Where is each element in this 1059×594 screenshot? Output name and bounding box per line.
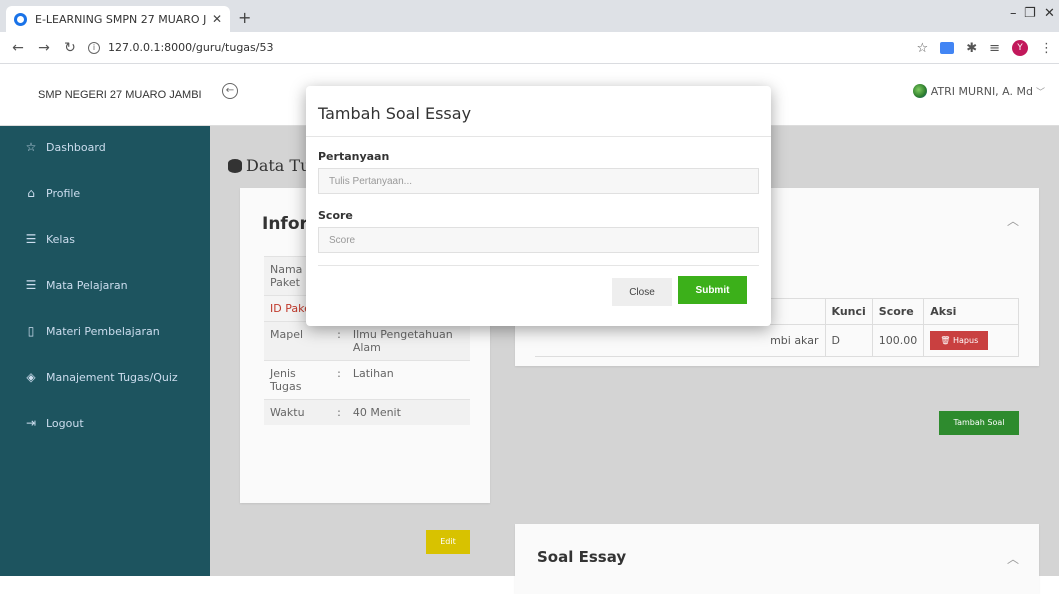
url-text: 127.0.0.1:8000/guru/tugas/53 <box>108 41 274 54</box>
browser-toolbar: ← → ↻ i 127.0.0.1:8000/guru/tugas/53 ☆ ✱… <box>0 32 1059 64</box>
info-sep: : <box>331 321 347 361</box>
hapus-label: Hapus <box>953 336 979 345</box>
trash-icon: 🗑 <box>940 336 951 345</box>
menu-kebab-icon[interactable]: ⋮ <box>1040 41 1053 56</box>
table-cell: 🗑 Hapus <box>923 324 1019 357</box>
user-avatar <box>912 84 927 98</box>
sidebar-item-label: Kelas <box>46 232 75 246</box>
score-label: Score <box>318 209 353 222</box>
brand-name[interactable]: SMP NEGERI 27 MUARO JAMBI <box>0 64 210 126</box>
info-key: Waktu <box>264 399 332 425</box>
toolbar-right: ☆ ✱ ≡ Y ⋮ <box>917 32 1053 64</box>
new-tab-button[interactable]: + <box>238 8 251 27</box>
database-icon <box>228 158 242 173</box>
tab-title: E-LEARNING SMPN 27 MUARO J <box>35 12 206 26</box>
info-row: Mapel : Ilmu Pengetahuan Alam <box>264 321 470 361</box>
sidebar-item-label: Logout <box>46 416 84 430</box>
modal-footer-divider <box>318 265 759 266</box>
info-key: Jenis Tugas <box>264 360 332 400</box>
table-cell: 100.00 <box>871 324 925 357</box>
submit-button[interactable]: Submit <box>678 276 747 304</box>
sidebar-item-materi[interactable]: ▯ Materi Pembelajaran <box>24 324 160 338</box>
hapus-button[interactable]: 🗑 Hapus <box>930 331 989 350</box>
info-row: Waktu : 40 Menit <box>264 399 470 425</box>
info-sep: : <box>331 399 347 425</box>
sidebar-item-label: Dashboard <box>46 140 106 154</box>
sidebar-item-kelas[interactable]: ☰ Kelas <box>24 232 75 246</box>
window-close-icon[interactable]: ✕ <box>1044 6 1055 21</box>
info-value: Ilmu Pengetahuan Alam <box>346 321 470 361</box>
pertanyaan-label: Pertanyaan <box>318 150 390 163</box>
sidebar-item-label: Profile <box>46 186 81 200</box>
sidebar-item-profile[interactable]: ⌂ Profile <box>24 186 80 200</box>
extensions-puzzle-icon[interactable]: ✱ <box>966 41 977 56</box>
chevron-up-icon[interactable]: ︿ <box>1007 212 1019 229</box>
sidebar-item-logout[interactable]: ⇥ Logout <box>24 416 84 430</box>
profile-avatar[interactable]: Y <box>1012 40 1028 56</box>
column-header: Score <box>871 298 925 325</box>
site-info-icon[interactable]: i <box>88 41 100 54</box>
pertanyaan-input[interactable] <box>318 168 759 194</box>
sidebar-item-label: Materi Pembelajaran <box>46 324 160 338</box>
browser-tab[interactable]: E-LEARNING SMPN 27 MUARO J ✕ <box>6 6 230 32</box>
star-icon: ☆ <box>25 140 37 154</box>
sidebar-item-tugas-quiz[interactable]: ◈ Manajement Tugas/Quiz <box>24 370 178 384</box>
tablet-icon: ▯ <box>27 324 35 338</box>
sidebar-item-mata-pelajaran[interactable]: ☰ Mata Pelajaran <box>24 278 128 292</box>
site-favicon-icon <box>14 12 27 26</box>
user-name: ATRI MURNI, A. Md <box>930 84 1033 98</box>
modal-divider <box>306 136 771 137</box>
sidebar: ☆ Dashboard ⌂ Profile ☰ Kelas ☰ Mata Pel… <box>0 126 210 576</box>
forward-icon[interactable]: → <box>36 40 52 56</box>
essay-card: Soal Essay ︿ <box>515 524 1039 594</box>
browser-tabstrip: E-LEARNING SMPN 27 MUARO J ✕ + – ❐ ✕ <box>0 0 1059 32</box>
sidebar-item-label: Mata Pelajaran <box>46 278 128 292</box>
info-row: Jenis Tugas : Latihan <box>264 360 470 400</box>
minimize-icon[interactable]: – <box>1010 6 1017 21</box>
tab-close-icon[interactable]: ✕ <box>212 12 222 26</box>
info-sep: : <box>331 360 347 400</box>
address-bar[interactable]: i 127.0.0.1:8000/guru/tugas/53 <box>88 41 273 54</box>
info-value: 40 Menit <box>346 399 470 425</box>
column-header: Aksi <box>923 298 1019 325</box>
modal-title: Tambah Soal Essay <box>318 104 472 123</box>
user-menu[interactable]: ATRI MURNI, A. Md ﹀ <box>912 84 1045 98</box>
bookmark-star-icon[interactable]: ☆ <box>917 41 929 56</box>
translate-extension-icon[interactable] <box>940 42 955 54</box>
edit-button[interactable]: Edit <box>426 530 470 554</box>
table-cell: D <box>824 324 873 357</box>
layers-icon: ◈ <box>26 370 36 384</box>
database-icon: ☰ <box>25 232 37 246</box>
reload-icon[interactable]: ↻ <box>62 40 78 56</box>
back-icon[interactable]: ← <box>10 40 26 56</box>
column-header: Kunci <box>824 298 873 325</box>
sidebar-item-dashboard[interactable]: ☆ Dashboard <box>24 140 106 154</box>
info-value: Latihan <box>346 360 470 400</box>
info-key: Mapel <box>264 321 332 361</box>
tambah-soal-essay-modal: Tambah Soal Essay Pertanyaan Score Close… <box>306 86 771 326</box>
chevron-down-icon: ﹀ <box>1035 87 1045 98</box>
tambah-soal-button[interactable]: Tambah Soal <box>939 411 1019 435</box>
score-input[interactable] <box>318 227 759 253</box>
logout-icon: ⇥ <box>25 416 37 430</box>
table-cell: mbi akar <box>535 324 826 357</box>
sidebar-item-label: Manajement Tugas/Quiz <box>46 370 178 384</box>
close-button[interactable]: Close <box>612 278 672 306</box>
database-icon: ☰ <box>25 278 37 292</box>
home-icon: ⌂ <box>27 186 35 200</box>
chevron-up-icon[interactable]: ︿ <box>1007 550 1019 567</box>
essay-card-title: Soal Essay <box>537 548 627 566</box>
restore-icon[interactable]: ❐ <box>1024 6 1036 21</box>
reading-list-icon[interactable]: ≡ <box>989 41 1000 56</box>
sidebar-toggle-icon[interactable]: ← <box>222 83 238 99</box>
table-row: mbi akar D 100.00 🗑 Hapus <box>535 324 1019 357</box>
